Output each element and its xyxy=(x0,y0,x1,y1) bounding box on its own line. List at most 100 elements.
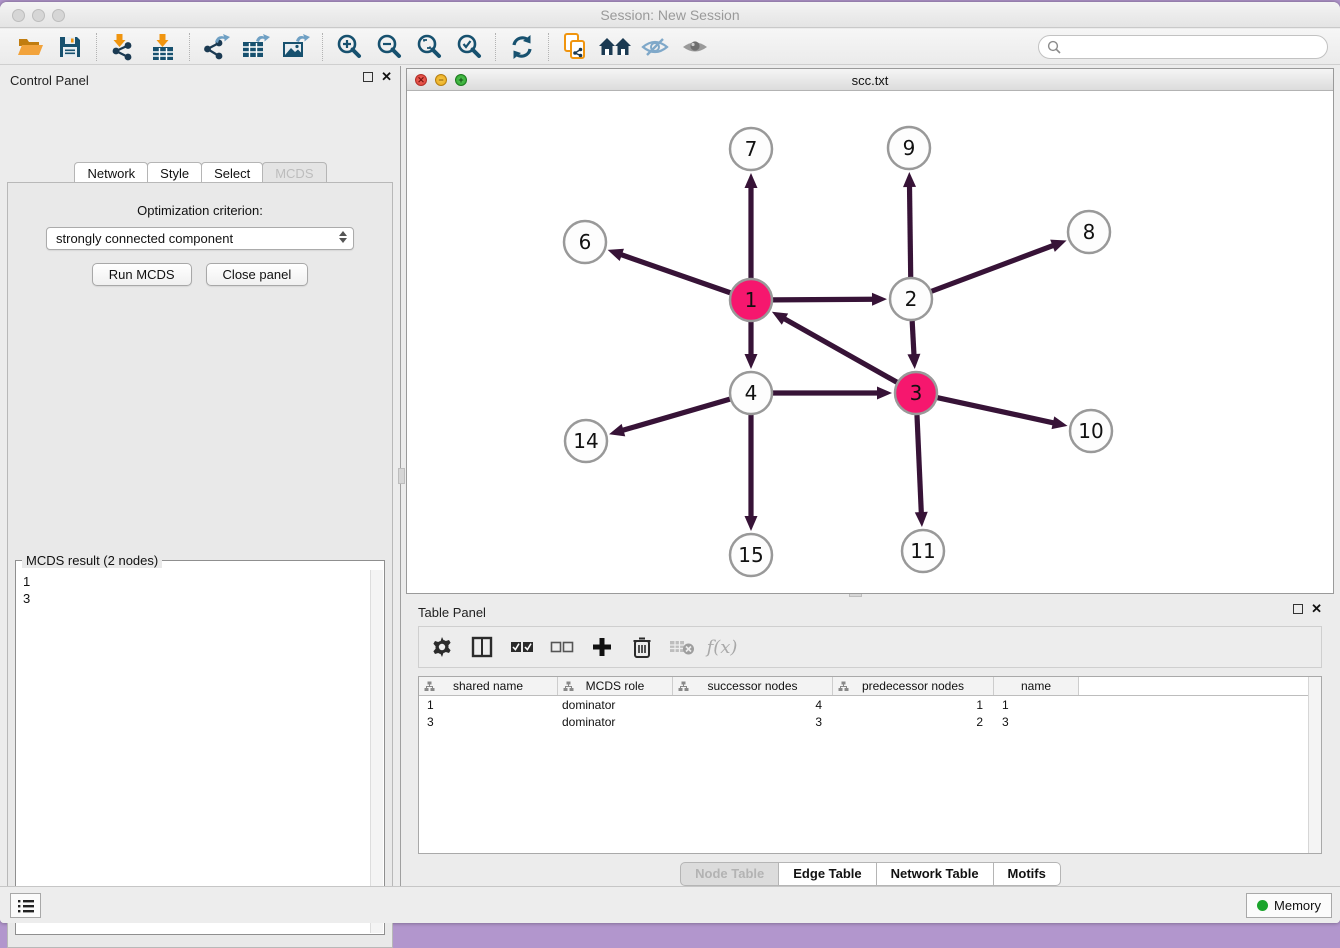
search-box xyxy=(1038,35,1328,59)
tab-network-table[interactable]: Network Table xyxy=(876,862,994,886)
close-panel-icon[interactable]: ✕ xyxy=(381,72,392,82)
application-window: Session: New Session xyxy=(0,2,1340,923)
graph-edge-2-3[interactable] xyxy=(912,321,914,356)
graph-edge-3-11[interactable] xyxy=(917,415,921,514)
hide-selected-button[interactable] xyxy=(635,32,675,62)
graph-edge-4-14[interactable] xyxy=(622,399,730,431)
cell-predecessor-nodes[interactable]: 2 xyxy=(833,715,994,729)
delete-table-button[interactable] xyxy=(669,634,695,660)
run-mcds-button[interactable]: Run MCDS xyxy=(92,263,192,286)
graph-node-label: 10 xyxy=(1078,419,1103,443)
sort-hierarchy-icon xyxy=(563,681,574,692)
zoom-out-button[interactable] xyxy=(369,32,409,62)
table-row[interactable]: 1 dominator 4 1 1 xyxy=(419,696,1321,713)
column-header-mcds-role[interactable]: MCDS role xyxy=(558,677,673,695)
zoom-out-icon xyxy=(375,33,403,61)
control-panel-header: Control Panel ✕ xyxy=(0,66,400,92)
table-scrollbar[interactable] xyxy=(1308,677,1321,853)
select-all-rows-button[interactable] xyxy=(509,634,535,660)
graph-edge-arrowhead xyxy=(609,424,625,436)
tab-motifs[interactable]: Motifs xyxy=(993,862,1061,886)
cell-shared-name[interactable]: 1 xyxy=(419,698,558,712)
zoom-fit-button[interactable] xyxy=(409,32,449,62)
network-window-titlebar[interactable]: ✕ − + scc.txt xyxy=(407,69,1333,91)
open-session-button[interactable] xyxy=(10,32,50,62)
first-neighbors-button[interactable] xyxy=(595,32,635,62)
export-table-button[interactable] xyxy=(236,32,276,62)
import-table-button[interactable] xyxy=(143,32,183,62)
float-panel-icon[interactable] xyxy=(363,72,373,82)
graph-edge-1-6[interactable] xyxy=(620,254,730,293)
zoom-selected-button[interactable] xyxy=(449,32,489,62)
sort-hierarchy-icon xyxy=(424,681,435,692)
graph-edge-2-8[interactable] xyxy=(932,245,1055,291)
cell-predecessor-nodes[interactable]: 1 xyxy=(833,698,994,712)
mcds-result-title: MCDS result (2 nodes) xyxy=(22,553,162,568)
delete-column-button[interactable] xyxy=(629,634,655,660)
cell-name[interactable]: 1 xyxy=(994,698,1079,712)
export-image-icon xyxy=(281,33,311,61)
function-builder-button[interactable]: f(x) xyxy=(709,634,735,660)
cell-mcds-role[interactable]: dominator xyxy=(558,715,673,729)
cell-successor-nodes[interactable]: 3 xyxy=(673,715,833,729)
list-icon xyxy=(17,898,35,914)
memory-button[interactable]: Memory xyxy=(1246,893,1332,918)
unselect-all-rows-button[interactable] xyxy=(549,634,575,660)
graph-edge-3-1[interactable] xyxy=(783,318,897,382)
result-scrollbar[interactable] xyxy=(370,570,383,933)
tab-node-table[interactable]: Node Table xyxy=(680,862,779,886)
graph-edge-arrowhead xyxy=(1052,416,1068,429)
show-columns-button[interactable] xyxy=(469,634,495,660)
cell-mcds-role[interactable]: dominator xyxy=(558,698,673,712)
search-input[interactable] xyxy=(1066,40,1327,55)
graph-edge-3-10[interactable] xyxy=(937,398,1054,423)
save-session-button[interactable] xyxy=(50,32,90,62)
tab-edge-table[interactable]: Edge Table xyxy=(778,862,876,886)
main-toolbar xyxy=(0,29,1340,65)
table-header-row: shared name MCDS role successor nodes pr… xyxy=(419,677,1321,696)
zoom-in-icon xyxy=(335,33,363,61)
float-table-panel-icon[interactable] xyxy=(1293,604,1303,614)
graph-edge-arrowhead xyxy=(903,172,916,187)
cell-shared-name[interactable]: 3 xyxy=(419,715,558,729)
column-header-shared-name[interactable]: shared name xyxy=(419,677,558,695)
table-settings-button[interactable] xyxy=(429,634,455,660)
add-column-button[interactable] xyxy=(589,634,615,660)
graph-edge-2-9[interactable] xyxy=(909,185,910,277)
control-panel: Control Panel ✕ Network Style Select MCD… xyxy=(0,66,401,886)
toolbar-separator xyxy=(548,33,549,61)
cell-name[interactable]: 3 xyxy=(994,715,1079,729)
plus-icon xyxy=(591,636,613,658)
task-history-button[interactable] xyxy=(10,893,41,918)
column-header-predecessor-nodes[interactable]: predecessor nodes xyxy=(833,677,994,695)
close-table-panel-icon[interactable]: ✕ xyxy=(1311,604,1322,614)
graph-node-label: 8 xyxy=(1083,220,1096,244)
refresh-layout-button[interactable] xyxy=(502,32,542,62)
show-all-button[interactable] xyxy=(675,32,715,62)
graph-edge-1-2[interactable] xyxy=(773,299,874,300)
export-network-button[interactable] xyxy=(196,32,236,62)
close-panel-button[interactable]: Close panel xyxy=(206,263,309,286)
app-title: Session: New Session xyxy=(0,7,1340,23)
zoom-fit-icon xyxy=(415,33,443,61)
zoom-in-button[interactable] xyxy=(329,32,369,62)
table-tabs: Node Table Edge Table Network Table Moti… xyxy=(406,862,1334,886)
cell-successor-nodes[interactable]: 4 xyxy=(673,698,833,712)
column-label: MCDS role xyxy=(586,679,645,693)
vertical-splitter-grip[interactable] xyxy=(398,468,405,484)
eye-icon xyxy=(680,35,710,59)
home-icon xyxy=(598,34,632,60)
graph-node-label: 15 xyxy=(738,543,763,567)
network-graph-canvas[interactable]: 1234678910111415 xyxy=(407,91,1333,593)
mcds-result-text[interactable]: 1 3 xyxy=(17,570,370,933)
column-header-name[interactable]: name xyxy=(994,677,1079,695)
graph-node-label: 3 xyxy=(910,381,923,405)
import-network-button[interactable] xyxy=(103,32,143,62)
export-image-button[interactable] xyxy=(276,32,316,62)
export-table-icon xyxy=(241,33,271,61)
new-network-from-selection-button[interactable] xyxy=(555,32,595,62)
criterion-dropdown[interactable]: strongly connected component xyxy=(46,227,354,250)
column-header-successor-nodes[interactable]: successor nodes xyxy=(673,677,833,695)
table-row[interactable]: 3 dominator 3 2 3 xyxy=(419,713,1321,730)
graph-node-label: 1 xyxy=(745,288,758,312)
